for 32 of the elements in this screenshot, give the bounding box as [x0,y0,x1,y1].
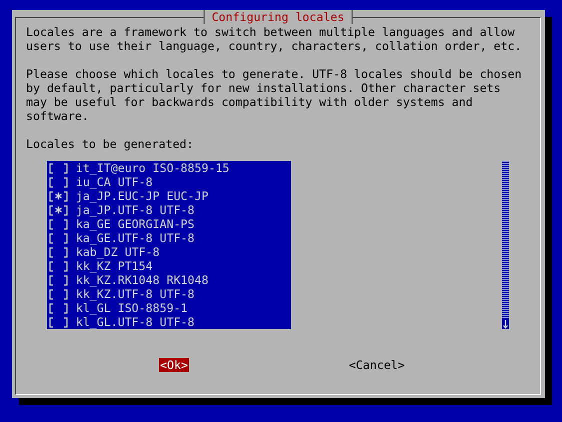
checkbox[interactable] [48,175,69,189]
checkbox[interactable] [48,315,69,329]
locale-label[interactable]: it_IT@euro ISO-8859-15 [76,161,230,175]
ok-button[interactable]: <Ok> [159,358,189,372]
checkbox[interactable] [48,231,69,245]
locale-label[interactable]: kk_KZ PT154 [76,259,153,273]
locale-label[interactable]: ja_JP.EUC-JP EUC-JP [76,189,208,203]
checkbox[interactable] [48,245,69,259]
locale-label[interactable]: kab_DZ UTF-8 [76,245,160,259]
locale-label[interactable]: ka_GE.UTF-8 UTF-8 [76,231,195,245]
list-label: Locales to be generated: [26,137,195,151]
cancel-button[interactable]: <Cancel> [348,358,406,372]
checkbox[interactable] [48,301,69,315]
locale-label[interactable]: kl_GL ISO-8859-1 [76,301,188,315]
locale-label[interactable]: kk_KZ.UTF-8 UTF-8 [76,287,195,301]
locale-label[interactable]: ja_JP.UTF-8 UTF-8 [76,203,195,217]
checkbox[interactable] [48,217,69,231]
dialog-title: Configuring locales [204,10,352,24]
scrollbar[interactable] [502,161,509,329]
locale-label[interactable]: kl_GL.UTF-8 UTF-8 [76,315,195,329]
locale-label[interactable]: ka_GE GEORGIAN-PS [76,217,195,231]
checkbox[interactable] [48,203,69,217]
checkbox[interactable] [48,189,69,203]
locale-label[interactable]: iu_CA UTF-8 [76,175,153,189]
description-text: Locales are a framework to switch between multiple languages and allow users to use their language, country, characters, collation order, etc. [26,25,522,53]
locale-label[interactable]: kk_KZ.RK1048 RK1048 [76,273,208,287]
checkbox[interactable] [48,161,69,175]
description-text: Please choose which locales to generate. UTF-8 locales should be chosen by default, particularly for new installations. Other character sets may be useful for backwards compatibility with older systems and software. [26,67,522,123]
checkbox[interactable] [48,273,69,287]
checkbox[interactable] [48,259,69,273]
checkbox[interactable] [48,287,69,301]
down-arrow-icon[interactable] [502,319,509,329]
